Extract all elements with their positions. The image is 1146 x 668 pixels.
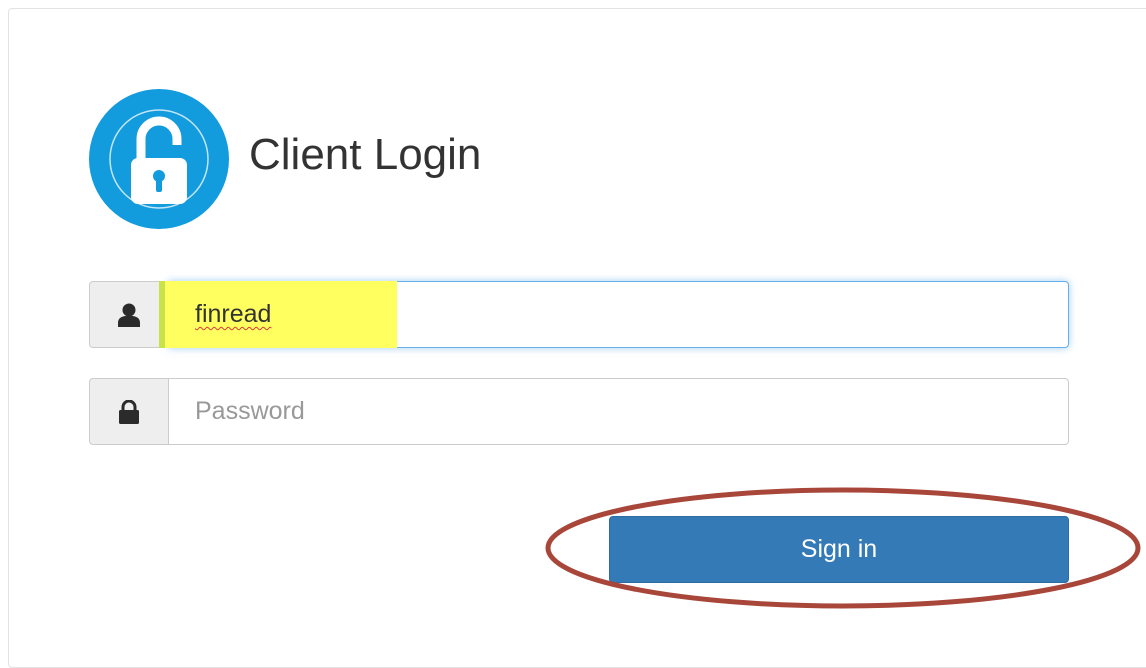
password-field[interactable]: Password — [168, 378, 1069, 445]
password-addon — [89, 378, 169, 445]
user-icon — [118, 303, 140, 327]
password-placeholder: Password — [195, 397, 305, 425]
page-title: Client Login — [249, 130, 482, 179]
username-field[interactable]: finread — [159, 281, 1069, 348]
highlight-edge — [159, 281, 165, 348]
lock-logo-icon — [89, 89, 229, 229]
sign-in-button[interactable]: Sign in — [609, 516, 1069, 583]
username-value: finread — [195, 300, 272, 328]
username-addon — [89, 281, 169, 348]
lock-icon — [119, 400, 139, 424]
username-input-group: finread — [89, 281, 1069, 348]
page: Client Login finread Password Sign in — [0, 0, 1146, 668]
password-input-group: Password — [89, 378, 1069, 445]
